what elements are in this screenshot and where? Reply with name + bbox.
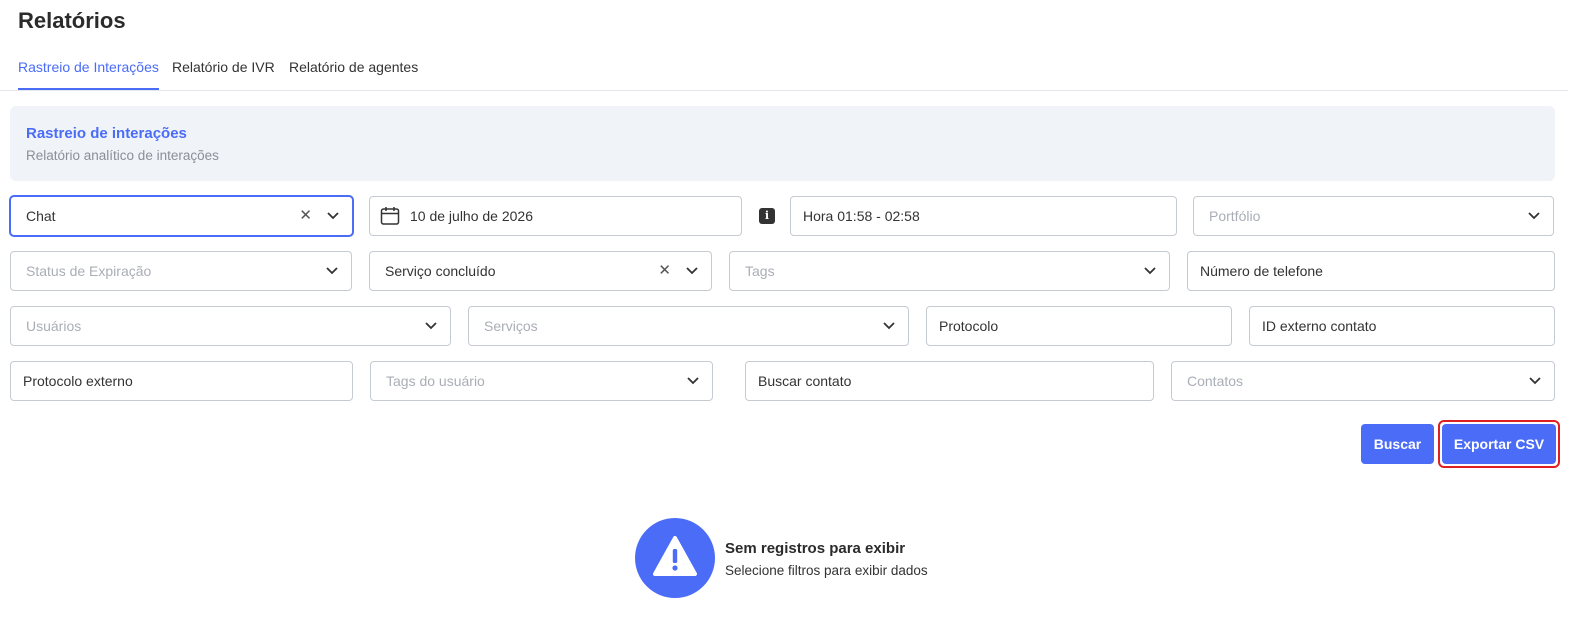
external-contact-id-input[interactable]: ID externo contato bbox=[1249, 306, 1555, 346]
page-title: Relatórios bbox=[18, 8, 126, 33]
portfolio-placeholder: Portfólio bbox=[1209, 208, 1261, 224]
services-select[interactable]: Serviços bbox=[468, 306, 909, 346]
channel-clear-icon[interactable]: ✕ bbox=[299, 207, 312, 225]
search-contact-placeholder: Buscar contato bbox=[758, 373, 852, 389]
tab-bar: Rastreio de Interações Relatório de IVR … bbox=[0, 50, 1568, 91]
empty-state-title: Sem registros para exibir bbox=[725, 540, 906, 557]
calendar-icon bbox=[380, 207, 400, 225]
date-picker[interactable]: 10 de julho de 2026 bbox=[369, 196, 742, 236]
user-tags-select[interactable]: Tags do usuário bbox=[370, 361, 713, 401]
expiration-status-select[interactable]: Status de Expiração bbox=[10, 251, 352, 291]
empty-state-subtitle: Selecione filtros para exibir dados bbox=[725, 563, 928, 578]
service-status-clear-icon[interactable]: ✕ bbox=[658, 262, 671, 280]
section-banner: Rastreio de interações Relatório analíti… bbox=[10, 106, 1555, 181]
chevron-down-icon bbox=[1144, 267, 1156, 275]
channel-select[interactable]: Chat ✕ bbox=[10, 196, 353, 236]
banner-subtitle: Relatório analítico de interações bbox=[26, 148, 219, 163]
service-status-select[interactable]: Serviço concluído ✕ bbox=[369, 251, 712, 291]
services-placeholder: Serviços bbox=[484, 318, 538, 334]
info-icon[interactable]: i bbox=[759, 208, 775, 224]
protocol-placeholder: Protocolo bbox=[939, 318, 999, 334]
tab-interaction-tracking[interactable]: Rastreio de Interações bbox=[18, 50, 159, 90]
chevron-down-icon bbox=[327, 212, 339, 220]
warning-icon bbox=[635, 518, 715, 598]
tab-ivr-report[interactable]: Relatório de IVR bbox=[172, 50, 275, 90]
external-contact-id-placeholder: ID externo contato bbox=[1262, 318, 1377, 334]
chevron-down-icon bbox=[883, 322, 895, 330]
search-contact-input[interactable]: Buscar contato bbox=[745, 361, 1154, 401]
phone-number-input[interactable]: Número de telefone bbox=[1187, 251, 1555, 291]
banner-title: Rastreio de interações bbox=[26, 125, 187, 142]
protocol-input[interactable]: Protocolo bbox=[926, 306, 1232, 346]
tab-agents-report[interactable]: Relatório de agentes bbox=[289, 50, 418, 90]
chevron-down-icon bbox=[326, 267, 338, 275]
phone-number-placeholder: Número de telefone bbox=[1200, 263, 1323, 279]
time-range-field[interactable]: Hora 01:58 - 02:58 bbox=[790, 196, 1177, 236]
external-protocol-placeholder: Protocolo externo bbox=[23, 373, 133, 389]
export-csv-button[interactable]: Exportar CSV bbox=[1442, 424, 1556, 464]
contacts-placeholder: Contatos bbox=[1187, 373, 1244, 389]
users-placeholder: Usuários bbox=[26, 318, 82, 334]
contacts-select[interactable]: Contatos bbox=[1171, 361, 1555, 401]
external-protocol-input[interactable]: Protocolo externo bbox=[10, 361, 353, 401]
chevron-down-icon bbox=[687, 377, 699, 385]
users-select[interactable]: Usuários bbox=[10, 306, 451, 346]
chevron-down-icon bbox=[686, 267, 698, 275]
search-button[interactable]: Buscar bbox=[1361, 424, 1434, 464]
date-picker-value: 10 de julho de 2026 bbox=[410, 208, 533, 224]
channel-select-value: Chat bbox=[26, 208, 56, 224]
tags-placeholder: Tags bbox=[745, 263, 775, 279]
service-status-value: Serviço concluído bbox=[385, 263, 496, 279]
user-tags-placeholder: Tags do usuário bbox=[386, 373, 485, 389]
tags-select[interactable]: Tags bbox=[729, 251, 1170, 291]
time-range-value: Hora 01:58 - 02:58 bbox=[803, 208, 920, 224]
portfolio-select[interactable]: Portfólio bbox=[1193, 196, 1554, 236]
chevron-down-icon bbox=[1529, 377, 1541, 385]
chevron-down-icon bbox=[1528, 212, 1540, 220]
chevron-down-icon bbox=[425, 322, 437, 330]
expiration-status-placeholder: Status de Expiração bbox=[26, 263, 152, 279]
